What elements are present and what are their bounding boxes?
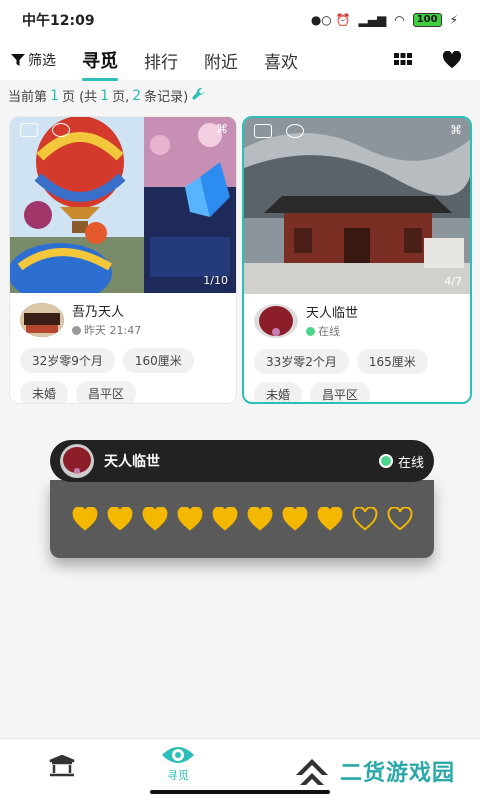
user-status: 在线 <box>306 323 358 339</box>
tag-marital: 未婚 <box>254 382 303 402</box>
tag-marital: 未婚 <box>20 381 69 403</box>
tab-seek-label: 寻觅 <box>167 769 189 782</box>
heart-filled-icon[interactable] <box>317 507 343 531</box>
heart-filled-icon[interactable] <box>247 507 273 531</box>
temple-photo <box>244 118 470 294</box>
tab-home[interactable] <box>48 755 76 777</box>
avatar <box>20 302 64 337</box>
wrench-icon[interactable] <box>191 87 207 104</box>
current-page: 1 <box>50 87 59 104</box>
tag-age: 33岁零2个月 <box>254 349 349 374</box>
status-text: 在线 <box>318 325 340 338</box>
filter-icon <box>11 54 25 66</box>
signal-icon: ▂▄▆ <box>358 13 387 27</box>
heart-filled-icon[interactable] <box>107 507 133 531</box>
heart-filled-icon[interactable] <box>177 507 203 531</box>
filter-button[interactable]: 筛选 <box>10 50 56 70</box>
page-info-prefix: 当前第 <box>8 90 48 105</box>
profile-card-selected[interactable]: ⌘ 4/7 天人临世 在线 33岁零2个月 165厘米 未婚 昌平区 <box>242 116 472 404</box>
heart-rating[interactable] <box>50 480 434 558</box>
heart-filled-icon[interactable] <box>212 507 238 531</box>
popup-user-name: 天人临世 <box>104 454 160 470</box>
profile-card[interactable]: ⌘ 1/10 吾乃天人 昨天 21:47 32岁零9个月 160厘米 未婚 昌平… <box>9 116 237 404</box>
heart-empty-icon[interactable] <box>387 507 413 531</box>
user-name: 吾乃天人 <box>72 305 125 320</box>
user-name: 天人临世 <box>306 306 359 321</box>
watermark-logo-icon <box>296 759 328 785</box>
tag-age: 32岁零9个月 <box>20 348 115 373</box>
popup-status: 在线 <box>378 452 424 471</box>
battery-icon: 100 <box>412 13 442 27</box>
record-count: 2 <box>132 87 142 104</box>
binoculars-icon: ⌘ <box>216 122 228 136</box>
watermark-text: 二货游戏园 <box>340 761 456 786</box>
tab-seek[interactable]: 寻觅 <box>82 41 118 81</box>
profile-photo[interactable]: ⌘ 4/7 <box>244 118 470 294</box>
eye-icon <box>162 747 194 763</box>
notification-icons: ●○ ⏰ <box>310 13 351 27</box>
total-pages: 1 <box>100 87 110 104</box>
charging-icon: ⚡ <box>449 13 458 27</box>
status-text: 昨天 21:47 <box>84 324 142 337</box>
avatar <box>254 303 298 338</box>
online-dot <box>378 454 393 468</box>
heart-filled-icon[interactable] <box>142 507 168 531</box>
tab-seek[interactable]: 寻觅 <box>160 743 196 783</box>
popup-status-text: 在线 <box>397 455 424 471</box>
photo-collage <box>10 117 236 293</box>
popup-header: 天人临世 在线 <box>50 440 434 482</box>
heart-empty-icon[interactable] <box>352 507 378 531</box>
binoculars-icon: ⌘ <box>450 123 462 137</box>
bottom-tab-bar: 寻觅 二货游戏园 <box>0 738 480 800</box>
status-time: 中午12:09 <box>22 13 95 29</box>
tab-like[interactable]: 喜欢 <box>264 42 298 79</box>
tag-height: 160厘米 <box>122 348 194 373</box>
page-info-suffix: 条记录) <box>144 90 189 105</box>
page-info-mid1: 页 (共 <box>61 90 98 105</box>
user-status: 昨天 21:47 <box>72 322 141 338</box>
top-nav: 筛选 寻觅 排行 附近 喜欢 <box>0 40 480 81</box>
tag-height: 165厘米 <box>356 349 428 374</box>
status-icons: ●○ ⏰ ▂▄▆ ◠ 100 ⚡ <box>311 13 458 27</box>
page-info-mid2: 页, <box>112 90 130 105</box>
temple-icon <box>49 755 75 777</box>
popup-avatar <box>60 444 94 478</box>
user-info: 吾乃天人 昨天 21:47 <box>10 293 236 342</box>
home-indicator <box>150 790 330 794</box>
image-count: 1/10 <box>203 274 228 287</box>
tag-list: 32岁零9个月 160厘米 未婚 昌平区 <box>10 342 236 403</box>
chat-icon <box>286 124 304 138</box>
chat-icon <box>52 123 70 137</box>
page-info: 当前第 1 页 (共 1 页, 2 条记录) <box>8 86 207 105</box>
tab-rank[interactable]: 排行 <box>144 42 178 79</box>
tag-district: 昌平区 <box>76 381 137 403</box>
heart-filled-icon[interactable] <box>282 507 308 531</box>
profile-photo[interactable]: ⌘ 1/10 <box>10 117 236 293</box>
filter-label: 筛选 <box>28 53 56 69</box>
grid-view-icon[interactable] <box>394 53 412 67</box>
online-dot <box>306 326 315 336</box>
image-count: 4/7 <box>444 275 462 288</box>
heart-filled-icon[interactable] <box>72 507 98 531</box>
heart-icon[interactable] <box>442 51 462 69</box>
status-dot <box>72 325 81 335</box>
tab-nearby[interactable]: 附近 <box>204 42 238 79</box>
gallery-icon <box>254 124 272 138</box>
gallery-icon <box>20 123 38 137</box>
tag-list: 33岁零2个月 165厘米 未婚 昌平区 <box>244 343 470 402</box>
wifi-icon: ◠ <box>394 13 405 27</box>
status-bar: 中午12:09 ●○ ⏰ ▂▄▆ ◠ 100 ⚡ <box>0 0 480 40</box>
tag-district: 昌平区 <box>310 382 371 402</box>
user-info: 天人临世 在线 <box>244 294 470 343</box>
